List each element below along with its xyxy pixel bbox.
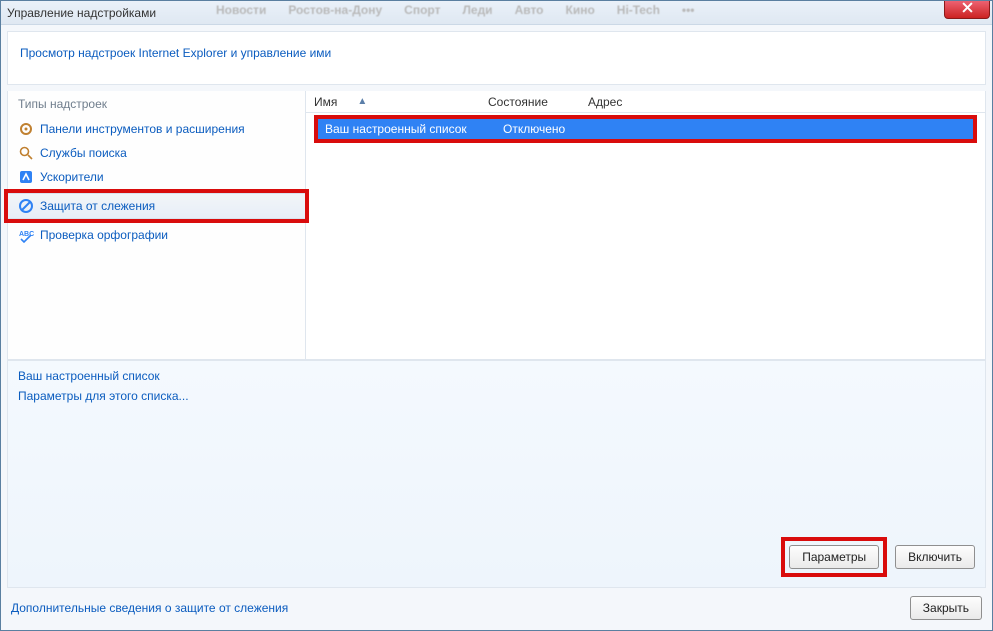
- list-area: Имя ▲ Состояние Адрес Ваш настроенный сп…: [306, 91, 985, 359]
- details-title-row: Ваш настроенный список: [8, 361, 985, 387]
- titlebar: Управление надстройками Новости Ростов-н…: [1, 1, 992, 25]
- svg-text:ABC: ABC: [19, 231, 34, 238]
- highlight-selected-row: Ваш настроенный список Отключено: [314, 115, 977, 143]
- close-dialog-button[interactable]: Закрыть: [910, 596, 982, 620]
- bg-nav-item: •••: [682, 3, 695, 17]
- bg-nav-item: Леди: [462, 3, 492, 17]
- params-button[interactable]: Параметры: [789, 545, 879, 569]
- sidebar-item-tracking-protection[interactable]: Защита от слежения: [8, 193, 305, 219]
- bg-nav-item: Авто: [515, 3, 544, 17]
- highlight-selected-category: Защита от слежения: [4, 189, 309, 223]
- accelerator-icon: [18, 169, 34, 185]
- search-icon: [18, 145, 34, 161]
- sidebar-item-label: Панели инструментов и расширения: [40, 122, 245, 136]
- gear-icon: [18, 121, 34, 137]
- sidebar: Типы надстроек Панели инструментов и рас…: [8, 91, 306, 359]
- header-strip: Просмотр надстроек Internet Explorer и у…: [7, 31, 986, 85]
- footer: Дополнительные сведения о защите от слеж…: [7, 592, 986, 624]
- details-panel: Ваш настроенный список Параметры для это…: [7, 360, 986, 588]
- header-description-link[interactable]: Просмотр надстроек Internet Explorer и у…: [20, 46, 331, 60]
- spellcheck-icon: ABC: [18, 227, 34, 243]
- sidebar-item-search-providers[interactable]: Службы поиска: [8, 141, 305, 165]
- details-gap: [8, 411, 985, 531]
- bg-nav-item: Ростов-на-Дону: [288, 3, 382, 17]
- sidebar-item-label: Защита от слежения: [40, 199, 155, 213]
- sidebar-item-label: Проверка орфографии: [40, 228, 168, 242]
- background-page-nav: Новости Ростов-на-Дону Спорт Леди Авто К…: [216, 3, 695, 17]
- sidebar-heading: Типы надстроек: [8, 91, 305, 117]
- window-title: Управление надстройками: [7, 6, 156, 20]
- column-header-name-label: Имя: [314, 95, 337, 109]
- column-header-address[interactable]: Адрес: [588, 95, 985, 109]
- close-button[interactable]: [944, 0, 990, 19]
- row-status: Отключено: [503, 122, 603, 136]
- close-icon: [962, 2, 973, 16]
- sort-asc-icon: ▲: [357, 96, 367, 107]
- block-icon: [18, 198, 34, 214]
- column-header-status[interactable]: Состояние: [488, 95, 588, 109]
- bg-nav-item: Hi-Tech: [617, 3, 660, 17]
- footer-more-info-link[interactable]: Дополнительные сведения о защите от слеж…: [11, 601, 288, 615]
- details-params-row: Параметры для этого списка...: [8, 387, 985, 411]
- main-area: Типы надстроек Панели инструментов и рас…: [7, 91, 986, 360]
- bg-nav-item: Кино: [566, 3, 595, 17]
- sidebar-item-spelling[interactable]: ABC Проверка орфографии: [8, 223, 305, 247]
- sidebar-item-label: Ускорители: [40, 170, 104, 184]
- column-header-name[interactable]: Имя ▲: [314, 95, 488, 109]
- bg-nav-item: Спорт: [404, 3, 440, 17]
- manage-addons-window: Управление надстройками Новости Ростов-н…: [0, 0, 993, 631]
- details-params-link[interactable]: Параметры для этого списка...: [18, 389, 189, 403]
- highlight-params-button: Параметры: [781, 537, 887, 577]
- details-buttons: Параметры Включить: [8, 531, 985, 587]
- sidebar-item-toolbars-extensions[interactable]: Панели инструментов и расширения: [8, 117, 305, 141]
- sidebar-item-label: Службы поиска: [40, 146, 127, 160]
- details-title-link[interactable]: Ваш настроенный список: [18, 369, 160, 383]
- sidebar-item-accelerators[interactable]: Ускорители: [8, 165, 305, 189]
- row-name: Ваш настроенный список: [325, 122, 503, 136]
- bg-nav-item: Новости: [216, 3, 266, 17]
- addon-type-list: Панели инструментов и расширения Службы …: [8, 117, 305, 247]
- list-row-personal-list[interactable]: Ваш настроенный список Отключено: [318, 119, 973, 139]
- enable-button[interactable]: Включить: [895, 545, 975, 569]
- column-headers: Имя ▲ Состояние Адрес: [306, 91, 985, 113]
